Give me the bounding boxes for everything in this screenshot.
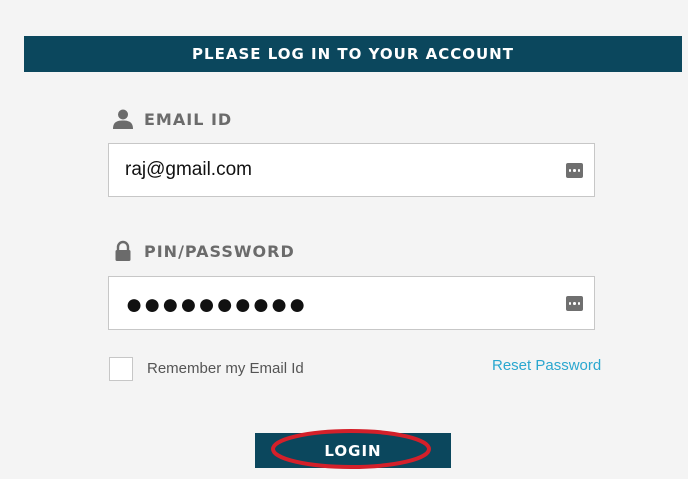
- remember-email-label[interactable]: Remember my Email Id: [147, 360, 304, 377]
- email-input[interactable]: raj@gmail.com: [108, 143, 595, 197]
- password-manager-icon[interactable]: [566, 296, 583, 311]
- password-label: PIN/PASSWORD: [144, 241, 295, 261]
- email-input-value[interactable]: raj@gmail.com: [125, 144, 252, 196]
- password-input[interactable]: ●●●●●●●●●●: [108, 276, 595, 330]
- password-input-value[interactable]: ●●●●●●●●●●: [125, 277, 306, 331]
- login-header-bar: PLEASE LOG IN TO YOUR ACCOUNT: [24, 36, 682, 72]
- reset-password-link[interactable]: Reset Password: [492, 357, 601, 374]
- login-header-title: PLEASE LOG IN TO YOUR ACCOUNT: [192, 45, 514, 63]
- email-label-row: EMAIL ID: [112, 108, 232, 130]
- remember-email-checkbox[interactable]: [109, 357, 133, 381]
- password-label-row: PIN/PASSWORD: [112, 240, 295, 262]
- lock-icon: [115, 240, 131, 261]
- user-icon: [113, 109, 133, 129]
- password-manager-icon[interactable]: [566, 163, 583, 178]
- login-button[interactable]: LOGIN: [255, 433, 451, 468]
- email-label: EMAIL ID: [144, 109, 233, 129]
